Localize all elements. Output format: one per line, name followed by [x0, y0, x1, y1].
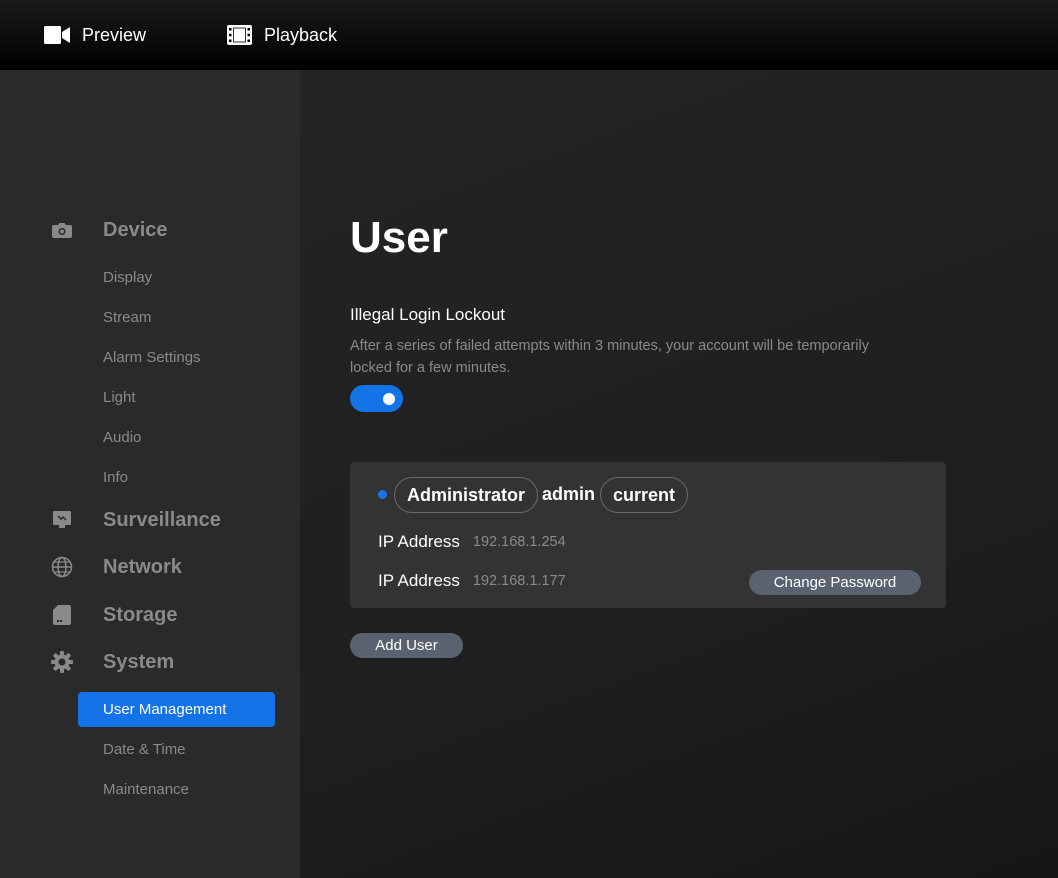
nav-playback[interactable]: Playback	[227, 0, 337, 70]
ip-address-label: IP Address	[378, 532, 460, 551]
add-user-button[interactable]: Add User	[350, 633, 463, 658]
ip-address-row: IP Address 192.168.1.254	[378, 530, 566, 554]
sidebar-section-surveillance[interactable]: Surveillance	[0, 502, 300, 538]
user-card: Administrator admin current IP Address 1…	[350, 462, 946, 608]
sidebar-item-user-management[interactable]: User Management	[78, 692, 275, 727]
sidebar-section-label: Device	[103, 218, 168, 241]
ip-address-value: 192.168.1.177	[472, 573, 566, 589]
role-badge: Administrator	[394, 477, 539, 513]
camera-icon	[51, 219, 73, 241]
lockout-title: Illegal Login Lockout	[350, 305, 506, 324]
film-icon	[227, 25, 252, 45]
sidebar-item-maintenance[interactable]: Maintenance	[78, 772, 275, 807]
sidebar-item-date-time[interactable]: Date & Time	[78, 732, 275, 767]
sidebar-section-label: Surveillance	[103, 508, 221, 531]
sidebar-section-label: Network	[103, 555, 182, 578]
nav-preview-label: Preview	[82, 24, 147, 45]
change-password-button[interactable]: Change Password	[749, 570, 921, 595]
top-nav-bar: Preview Playback	[0, 0, 1058, 70]
sidebar-section-network[interactable]: Network	[0, 549, 300, 585]
monitor-icon	[51, 509, 73, 531]
lockout-description: After a series of failed attempts within…	[350, 338, 870, 376]
sidebar-section-label: System	[103, 650, 175, 673]
sidebar-section-storage[interactable]: Storage	[0, 597, 300, 633]
ip-address-row: IP Address 192.168.1.177	[378, 569, 566, 593]
sidebar-item-stream[interactable]: Stream	[78, 300, 275, 335]
sidebar-item-info[interactable]: Info	[78, 460, 275, 495]
main-content: User Illegal Login Lockout After a serie…	[300, 70, 1058, 878]
nav-playback-label: Playback	[264, 24, 338, 45]
page-title: User	[350, 213, 448, 262]
globe-icon	[51, 556, 73, 578]
nav-preview[interactable]: Preview	[44, 0, 146, 70]
sidebar-section-label: Storage	[103, 603, 178, 626]
username: admin	[542, 484, 596, 504]
lockout-toggle[interactable]	[350, 385, 403, 412]
video-camera-icon	[44, 26, 70, 44]
sidebar-section-system[interactable]: System	[0, 644, 300, 680]
sidebar-item-alarm-settings[interactable]: Alarm Settings	[78, 340, 275, 375]
settings-sidebar: Device Display Stream Alarm Settings Lig…	[0, 70, 300, 878]
sidebar-item-light[interactable]: Light	[78, 380, 275, 415]
sd-card-icon	[51, 604, 73, 626]
sidebar-item-display[interactable]: Display	[78, 260, 275, 295]
current-badge: current	[600, 477, 689, 513]
ip-address-value: 192.168.1.254	[472, 534, 566, 550]
online-status-dot	[378, 490, 387, 499]
sidebar-item-audio[interactable]: Audio	[78, 420, 275, 455]
ip-address-label: IP Address	[378, 571, 460, 590]
sidebar-section-device[interactable]: Device	[0, 212, 300, 248]
toggle-knob	[383, 392, 395, 405]
gear-icon	[51, 651, 73, 673]
